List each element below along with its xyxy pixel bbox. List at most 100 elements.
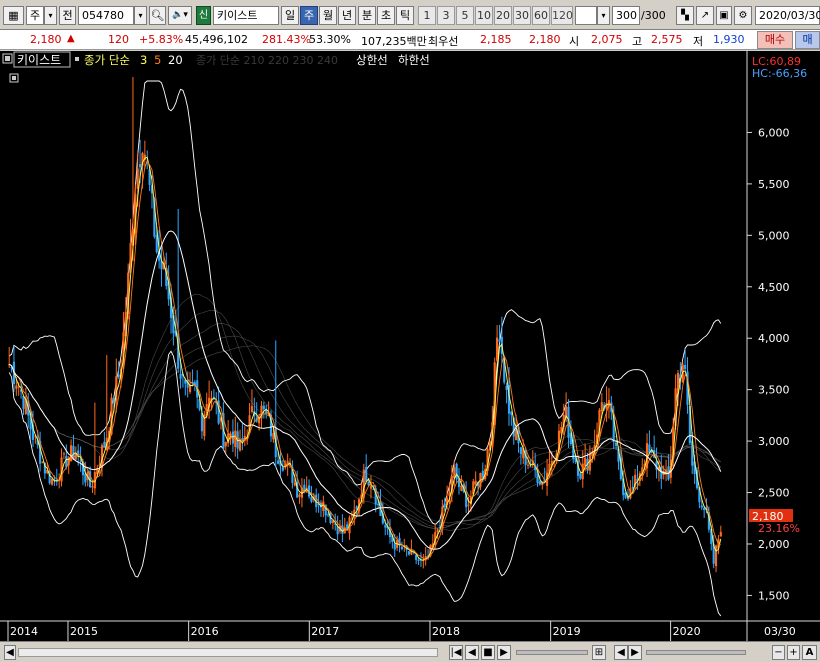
grid-icon[interactable]: ▚	[676, 6, 694, 25]
candle-body	[538, 481, 542, 485]
interval-20[interactable]: 20	[494, 6, 512, 25]
scroll-track[interactable]	[18, 648, 438, 657]
stock-name-field[interactable]: 키이스트	[213, 6, 279, 25]
candle-body	[179, 373, 182, 379]
candle-body	[365, 466, 368, 482]
candle-body	[467, 504, 470, 506]
legend-ma-label: 종가 단순	[84, 53, 130, 67]
zoom-in-button[interactable]: +	[787, 645, 800, 660]
ma3-line	[8, 156, 722, 561]
open-price: 2,075	[591, 33, 623, 46]
candle-body	[417, 559, 420, 561]
candle-body	[443, 503, 446, 507]
current-price: 2,180	[30, 33, 62, 46]
scroll-prev-icon[interactable]: ◀	[614, 645, 628, 660]
x-tick-label: 2015	[70, 625, 98, 638]
interval-120[interactable]: 120	[551, 6, 573, 25]
interval-5[interactable]: 5	[456, 6, 474, 25]
code-dropdown-icon[interactable]: ▾	[134, 6, 147, 25]
date-input[interactable]: 2020/03/30	[755, 6, 820, 25]
zoom-out-button[interactable]: −	[772, 645, 785, 660]
chart-type-icon[interactable]: ⊞	[592, 645, 606, 660]
interval-3[interactable]: 3	[437, 6, 455, 25]
stop-icon[interactable]: ■	[481, 645, 495, 660]
scroll-next-icon[interactable]: ▶	[628, 645, 642, 660]
candle-body	[22, 396, 25, 409]
interval-60[interactable]: 60	[532, 6, 550, 25]
x-tick-label: 2019	[553, 625, 581, 638]
play-back-icon[interactable]: ◀	[465, 645, 479, 660]
search-icon[interactable]: 🔍︎	[149, 6, 166, 25]
candle-body	[91, 486, 94, 488]
menu-icon[interactable]: ▦	[3, 6, 24, 25]
turnover-rate: 53.30%	[309, 33, 351, 46]
candle-body	[327, 514, 330, 516]
market-dropdown-icon[interactable]: ▾	[44, 6, 57, 25]
tab-tick[interactable]: 틱	[396, 6, 414, 25]
candle-body	[584, 457, 587, 467]
code-input[interactable]: 054780	[78, 6, 134, 25]
candle-body	[15, 385, 18, 389]
interval-custom-input[interactable]	[575, 6, 597, 25]
x-tick-label: 2016	[191, 625, 219, 638]
tab-minute[interactable]: 분	[358, 6, 376, 25]
zoom-slider[interactable]	[646, 650, 746, 655]
candle-body	[498, 339, 501, 342]
candle-body	[600, 402, 603, 412]
y-tick-label: 6,000	[758, 126, 790, 139]
x-tick-label: 2017	[311, 625, 339, 638]
auto-scale-button[interactable]: A	[802, 645, 817, 660]
market-select[interactable]: 주	[26, 6, 44, 25]
price-chart[interactable]: 키이스트 종가 단순 3 5 20 종가 단순 210 220 230 240 …	[0, 51, 820, 641]
speaker-icon[interactable]: 🔈▾	[168, 6, 192, 25]
tab-second[interactable]: 초	[377, 6, 395, 25]
interval-1[interactable]: 1	[418, 6, 436, 25]
speed-slider[interactable]	[516, 650, 588, 655]
buy-button[interactable]: 매수	[757, 31, 793, 49]
sell-button[interactable]: 매	[795, 31, 820, 49]
interval-dropdown-icon[interactable]: ▾	[597, 6, 610, 25]
up-arrow-icon: ▲	[67, 33, 75, 44]
candle-body	[41, 461, 44, 463]
draw-icon[interactable]: ↗	[696, 6, 714, 25]
candle-body	[224, 441, 227, 447]
candle-body	[436, 529, 439, 532]
scroll-left-icon[interactable]: ◀	[4, 645, 16, 660]
count-input[interactable]: 300	[612, 6, 640, 25]
prev-button[interactable]: 전	[59, 6, 76, 25]
tab-year[interactable]: 년	[338, 6, 356, 25]
candle-body	[238, 440, 242, 451]
y-tick-label: 2,000	[758, 538, 790, 551]
step-back-icon[interactable]: |◀	[449, 645, 463, 660]
candle-body	[298, 494, 301, 497]
legend-ma3: 3	[140, 53, 147, 67]
tab-day[interactable]: 일	[281, 6, 299, 25]
save-icon[interactable]: ▣	[716, 6, 732, 25]
candle-body	[50, 478, 54, 485]
hc-indicator: HC:-66,36	[752, 67, 807, 80]
trade-amount: 107,235백만	[361, 35, 427, 48]
play-icon[interactable]: ▶	[497, 645, 511, 660]
candle-body	[455, 463, 458, 480]
tab-month[interactable]: 월	[319, 6, 337, 25]
candle-body	[393, 543, 396, 550]
gear-icon[interactable]: ⚙	[734, 6, 752, 25]
candle-body	[369, 486, 373, 489]
chart-window: ▦ 주 ▾ 전 054780 ▾ 🔍︎ 🔈▾ 신 키이스트 일 주 월 년 분 …	[0, 0, 820, 662]
chart-canvas[interactable]: 키이스트 종가 단순 3 5 20 종가 단순 210 220 230 240 …	[0, 51, 820, 641]
candle-body	[103, 441, 106, 448]
y-tick-label: 4,500	[758, 281, 790, 294]
best-bid: 2,180	[529, 33, 561, 46]
high-price: 2,575	[651, 33, 683, 46]
candle-body	[719, 531, 722, 537]
candle-body	[62, 453, 66, 455]
volume: 45,496,102	[185, 33, 248, 46]
candle-body	[136, 168, 139, 189]
interval-10[interactable]: 10	[475, 6, 493, 25]
interval-30[interactable]: 30	[513, 6, 531, 25]
legend-box-fill	[5, 56, 10, 61]
candle-body	[117, 374, 120, 377]
low-price: 1,930	[713, 33, 745, 46]
y-tick-label: 5,000	[758, 229, 790, 242]
tab-week[interactable]: 주	[300, 6, 318, 25]
